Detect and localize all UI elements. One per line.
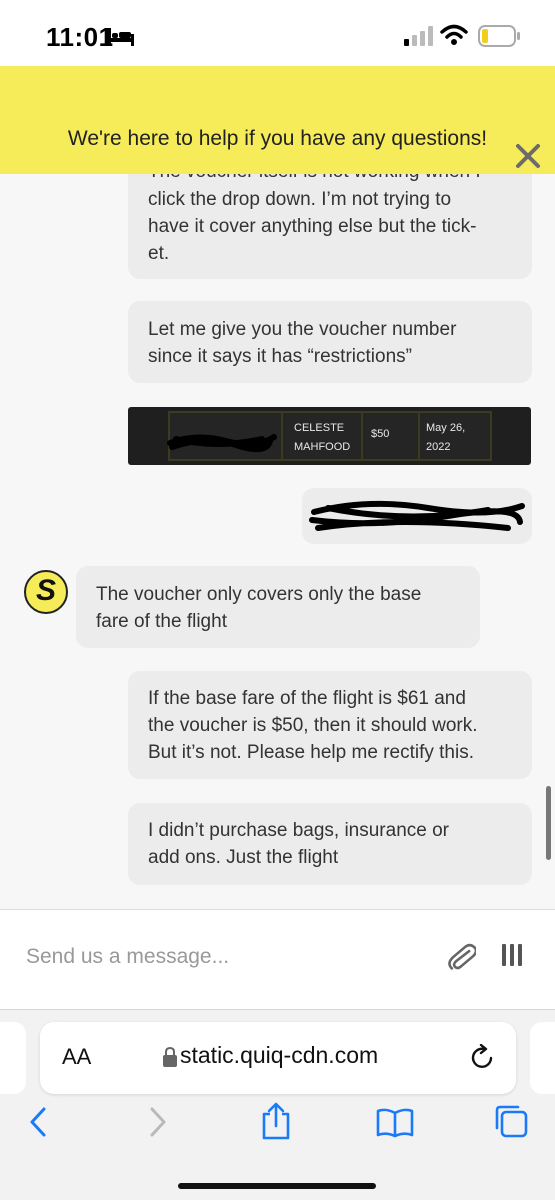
message-line: If the base fare of the flight is $61 an…	[148, 688, 466, 709]
wifi-icon	[440, 24, 468, 45]
reload-icon[interactable]	[470, 1044, 496, 1072]
message-line: But it’s not. Please help me rectify thi…	[148, 742, 474, 763]
message-line: I didn’t purchase bags, insurance or	[148, 820, 450, 841]
cellular-signal-icon	[404, 26, 433, 46]
back-icon[interactable]	[28, 1106, 48, 1138]
clipped-line: The voucher itself is not working when I	[148, 174, 508, 184]
message-line: The voucher only covers only the base	[96, 584, 422, 605]
status-time: 11:01	[46, 22, 114, 52]
chat-transcript[interactable]: The voucher itself is not working when I…	[0, 174, 555, 909]
share-icon[interactable]	[260, 1102, 292, 1140]
agent-avatar: S	[24, 570, 68, 614]
message-input[interactable]	[26, 940, 406, 974]
message-line: since it says it has “restrictions”	[148, 346, 412, 367]
voucher-date: May 26, 2022	[426, 422, 466, 453]
status-bar: 11:01	[0, 0, 555, 66]
paperclip-icon[interactable]	[448, 940, 476, 974]
composer-bar	[0, 909, 555, 1009]
agent-message-bubble: The voucher only covers only the base fa…	[76, 566, 480, 648]
voucher-name: CELESTE MAHFOOD	[294, 422, 351, 453]
message-line: click the drop down. I’m not trying to	[148, 189, 452, 210]
redaction-scribble	[309, 500, 525, 531]
address-bar[interactable]: AA static.quiq-cdn.com	[40, 1022, 516, 1094]
voucher-screenshot-image[interactable]: CELESTE MAHFOOD $50 May 26, 2022	[128, 407, 531, 465]
message-line: add ons. Just the flight	[148, 847, 339, 868]
menu-icon[interactable]	[500, 942, 524, 968]
sleep-focus-icon	[108, 28, 134, 46]
text-size-button[interactable]: AA	[62, 1044, 91, 1070]
user-message-bubble: Let me give you the voucher number since…	[128, 301, 532, 383]
battery-icon	[478, 25, 520, 47]
next-tab-peek[interactable]	[530, 1022, 555, 1094]
redaction-scribble	[167, 434, 277, 453]
user-message-bubble: If the base fare of the flight is $61 an…	[128, 671, 532, 779]
chat-scrollbar[interactable]	[546, 786, 551, 860]
message-line: et.	[148, 243, 170, 264]
browser-toolbar: AA static.quiq-cdn.com	[0, 1009, 555, 1200]
banner-text: We're here to help if you have any quest…	[67, 127, 488, 150]
user-message-bubble: The voucher itself is not working when I…	[128, 174, 532, 279]
home-indicator	[178, 1183, 376, 1189]
user-message-bubble: I didn’t purchase bags, insurance or add…	[128, 803, 532, 885]
forward-icon[interactable]	[148, 1106, 168, 1138]
previous-tab-peek[interactable]	[0, 1022, 26, 1094]
tabs-icon[interactable]	[494, 1104, 528, 1138]
voucher-amount: $50	[371, 428, 390, 440]
lock-icon	[163, 1046, 177, 1067]
url-text: static.quiq-cdn.com	[180, 1042, 379, 1068]
help-banner: We're here to help if you have any quest…	[0, 66, 555, 174]
user-message-bubble-redacted	[302, 488, 532, 544]
bookmarks-icon[interactable]	[376, 1108, 414, 1138]
message-line: fare of the flight	[96, 611, 227, 632]
message-line: have it cover anything else but the tick…	[148, 216, 477, 237]
message-line: Let me give you the voucher number	[148, 319, 457, 340]
message-line: the voucher is $50, then it should work.	[148, 715, 478, 736]
